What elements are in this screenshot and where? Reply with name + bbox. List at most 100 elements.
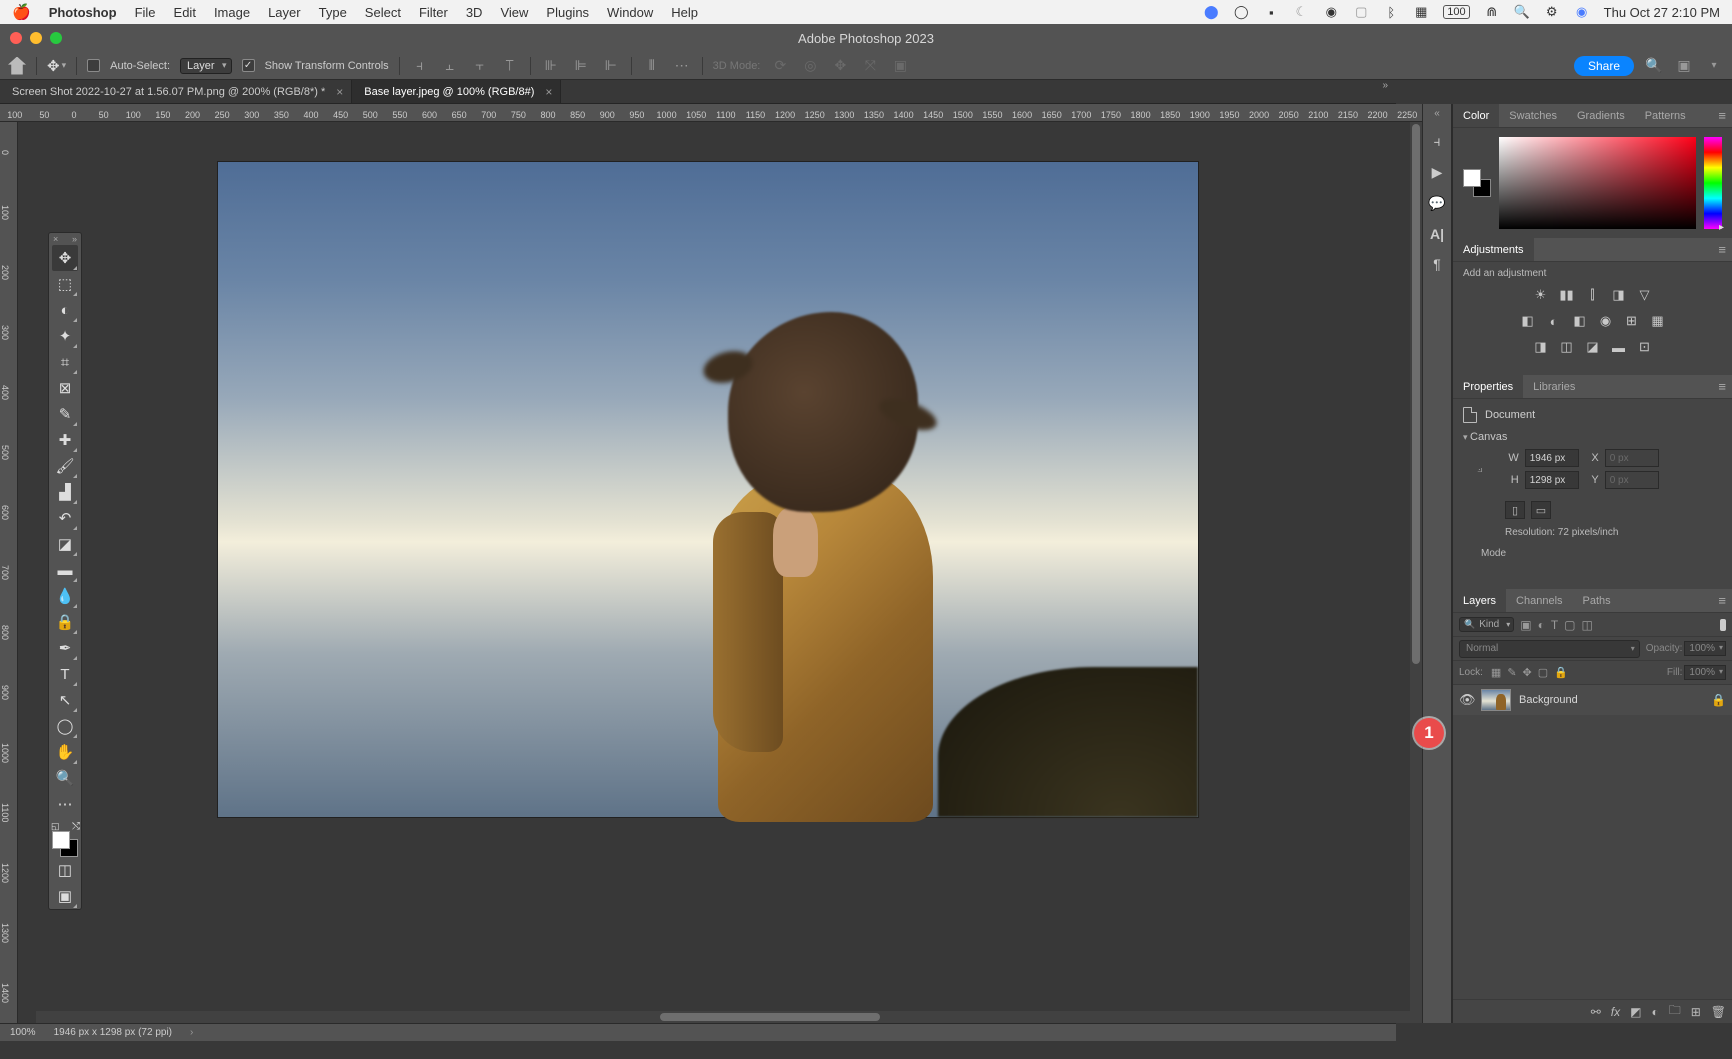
opacity-value[interactable]: 100% <box>1684 641 1726 656</box>
link-dimensions-icon[interactable]: ⟓ <box>1477 461 1483 476</box>
lock-position-icon[interactable]: ✥ <box>1523 666 1532 679</box>
filter-shape-icon[interactable]: ▢ <box>1564 618 1575 632</box>
canvas-horizontal-scrollbar[interactable] <box>36 1011 1422 1023</box>
threshold-icon[interactable]: ◪ <box>1583 337 1603 357</box>
window-minimize-button[interactable] <box>30 32 42 44</box>
tab-swatches[interactable]: Swatches <box>1499 104 1567 127</box>
marquee-tool[interactable]: ⬚ <box>52 271 78 297</box>
lock-transparency-icon[interactable]: ▦ <box>1491 666 1501 679</box>
posterize-icon[interactable]: ◫ <box>1557 337 1577 357</box>
menubar-bluetooth-icon[interactable]: ᛒ <box>1383 4 1399 20</box>
ruler-horizontal[interactable]: 1005005010015020025030035040045050055060… <box>0 104 1422 122</box>
quick-mask-tool[interactable]: ◫ <box>52 857 78 883</box>
workspace-switcher-icon[interactable]: ▣ <box>1674 56 1694 76</box>
filter-type-icon[interactable]: T <box>1551 618 1558 632</box>
clone-stamp-tool[interactable]: ▟ <box>52 479 78 505</box>
tools-close-icon[interactable]: × <box>53 234 58 244</box>
tab-properties[interactable]: Properties <box>1453 375 1523 398</box>
lock-all-icon[interactable]: 🔒 <box>1554 666 1568 679</box>
fg-bg-swatch[interactable] <box>1463 169 1491 197</box>
menubar-wifi-icon[interactable]: ⋒ <box>1484 4 1500 20</box>
share-button[interactable]: Share <box>1574 56 1634 76</box>
menu-plugins[interactable]: Plugins <box>546 5 589 20</box>
shape-tool[interactable]: ◯ <box>52 713 78 739</box>
panel-menu-icon[interactable]: ≡ <box>1718 108 1726 123</box>
mode-label[interactable]: Mode <box>1481 548 1722 559</box>
eraser-tool[interactable]: ◪ <box>52 531 78 557</box>
edit-toolbar[interactable]: ⋯ <box>52 791 78 817</box>
fg-bg-colors[interactable]: ◱ ⤭ <box>50 821 80 857</box>
chevron-down-icon[interactable]: ▾ <box>1704 56 1724 76</box>
expand-panels-icon[interactable]: « <box>1434 108 1440 119</box>
collapsed-brush-settings-icon[interactable]: ⫞ <box>1434 133 1441 150</box>
canvas-vertical-scrollbar[interactable] <box>1410 122 1422 1011</box>
tab-gradients[interactable]: Gradients <box>1567 104 1635 127</box>
menubar-elephant-icon[interactable]: ⬤ <box>1203 4 1219 20</box>
menubar-frame-icon[interactable]: ▢ <box>1353 4 1369 20</box>
current-tool-indicator[interactable]: ✥ ▾ <box>47 57 66 75</box>
tab-color[interactable]: Color <box>1453 104 1499 127</box>
path-selection-tool[interactable]: ↖ <box>52 687 78 713</box>
ruler-vertical[interactable]: 0100200300400500600700800900100011001200… <box>0 122 18 1023</box>
menubar-battery-icon[interactable]: 100 <box>1443 5 1469 19</box>
menu-filter[interactable]: Filter <box>419 5 448 20</box>
magic-wand-tool[interactable]: ✦ <box>52 323 78 349</box>
fill-value[interactable]: 100% <box>1684 665 1726 680</box>
home-button[interactable] <box>8 57 26 75</box>
menu-help[interactable]: Help <box>671 5 698 20</box>
foreground-color-swatch[interactable] <box>52 831 70 849</box>
document-canvas[interactable] <box>18 122 1422 1023</box>
menubar-control-center-icon[interactable]: ⚙ <box>1544 4 1560 20</box>
show-transform-checkbox[interactable] <box>242 59 255 72</box>
screen-mode-tool[interactable]: ▣ <box>52 883 78 909</box>
type-tool[interactable]: T <box>52 661 78 687</box>
eyedropper-tool[interactable]: ✎ <box>52 401 78 427</box>
height-input[interactable]: 1298 px <box>1525 471 1579 489</box>
distribute-spacing-icon[interactable]: ⦀ <box>642 56 662 76</box>
healing-brush-tool[interactable]: ✚ <box>52 427 78 453</box>
invert-icon[interactable]: ◨ <box>1531 337 1551 357</box>
scrollbar-thumb[interactable] <box>1412 124 1420 664</box>
collapsed-paragraph-icon[interactable]: ¶ <box>1433 256 1441 272</box>
distribute-center-icon[interactable]: ⊫ <box>571 56 591 76</box>
layer-filter-kind-dropdown[interactable]: Kind <box>1459 617 1514 632</box>
panel-menu-icon[interactable]: ≡ <box>1718 593 1726 608</box>
vibrance-icon[interactable]: ▽ <box>1635 285 1655 305</box>
width-input[interactable]: 1946 px <box>1525 449 1579 467</box>
align-left-icon[interactable]: ⫞ <box>410 56 430 76</box>
menubar-datetime[interactable]: Thu Oct 27 2:10 PM <box>1604 5 1720 20</box>
layer-thumbnail[interactable] <box>1481 689 1511 711</box>
menu-image[interactable]: Image <box>214 5 250 20</box>
foreground-swatch[interactable] <box>1463 169 1481 187</box>
gradient-tool[interactable]: ▬ <box>52 557 78 583</box>
filter-adjustment-icon[interactable]: ◐ <box>1538 618 1545 632</box>
pen-tool[interactable]: ✒ <box>52 635 78 661</box>
zoom-tool[interactable]: 🔍 <box>52 765 78 791</box>
new-group-icon[interactable]: 🗀 <box>1669 1001 1681 1022</box>
search-icon[interactable]: 🔍 <box>1644 56 1664 76</box>
menubar-spotlight-icon[interactable]: 🔍 <box>1514 4 1530 20</box>
new-layer-icon[interactable]: ⊞ <box>1691 1005 1701 1019</box>
distribute-top-icon[interactable]: ⊪ <box>541 56 561 76</box>
menubar-moon-icon[interactable]: ☾ <box>1293 4 1309 20</box>
zoom-level[interactable]: 100% <box>10 1027 36 1038</box>
blend-mode-dropdown[interactable]: Normal <box>1459 640 1640 658</box>
menu-layer[interactable]: Layer <box>268 5 301 20</box>
color-balance-icon[interactable]: ◐ <box>1544 311 1564 331</box>
channel-mixer-icon[interactable]: ⊞ <box>1622 311 1642 331</box>
new-adjustment-layer-icon[interactable]: ◐ <box>1651 1005 1658 1019</box>
color-lookup-icon[interactable]: ▦ <box>1648 311 1668 331</box>
dodge-tool[interactable]: 🔒 <box>52 609 78 635</box>
status-menu-icon[interactable]: › <box>190 1027 193 1038</box>
curves-icon[interactable]: ⫿ <box>1583 285 1603 305</box>
collapsed-comments-icon[interactable]: 💬 <box>1428 195 1445 212</box>
document-info[interactable]: 1946 px x 1298 px (72 ppi) <box>54 1027 172 1038</box>
blur-tool[interactable]: 💧 <box>52 583 78 609</box>
swap-colors-icon[interactable]: ⤭ <box>72 821 80 832</box>
filter-toggle[interactable] <box>1720 619 1726 631</box>
delete-layer-icon[interactable]: 🗑 <box>1711 1005 1726 1019</box>
tools-expand-icon[interactable]: » <box>72 234 77 244</box>
menu-view[interactable]: View <box>500 5 528 20</box>
menu-file[interactable]: File <box>135 5 156 20</box>
document-tab-0[interactable]: Screen Shot 2022-10-27 at 1.56.07 PM.png… <box>0 80 352 103</box>
